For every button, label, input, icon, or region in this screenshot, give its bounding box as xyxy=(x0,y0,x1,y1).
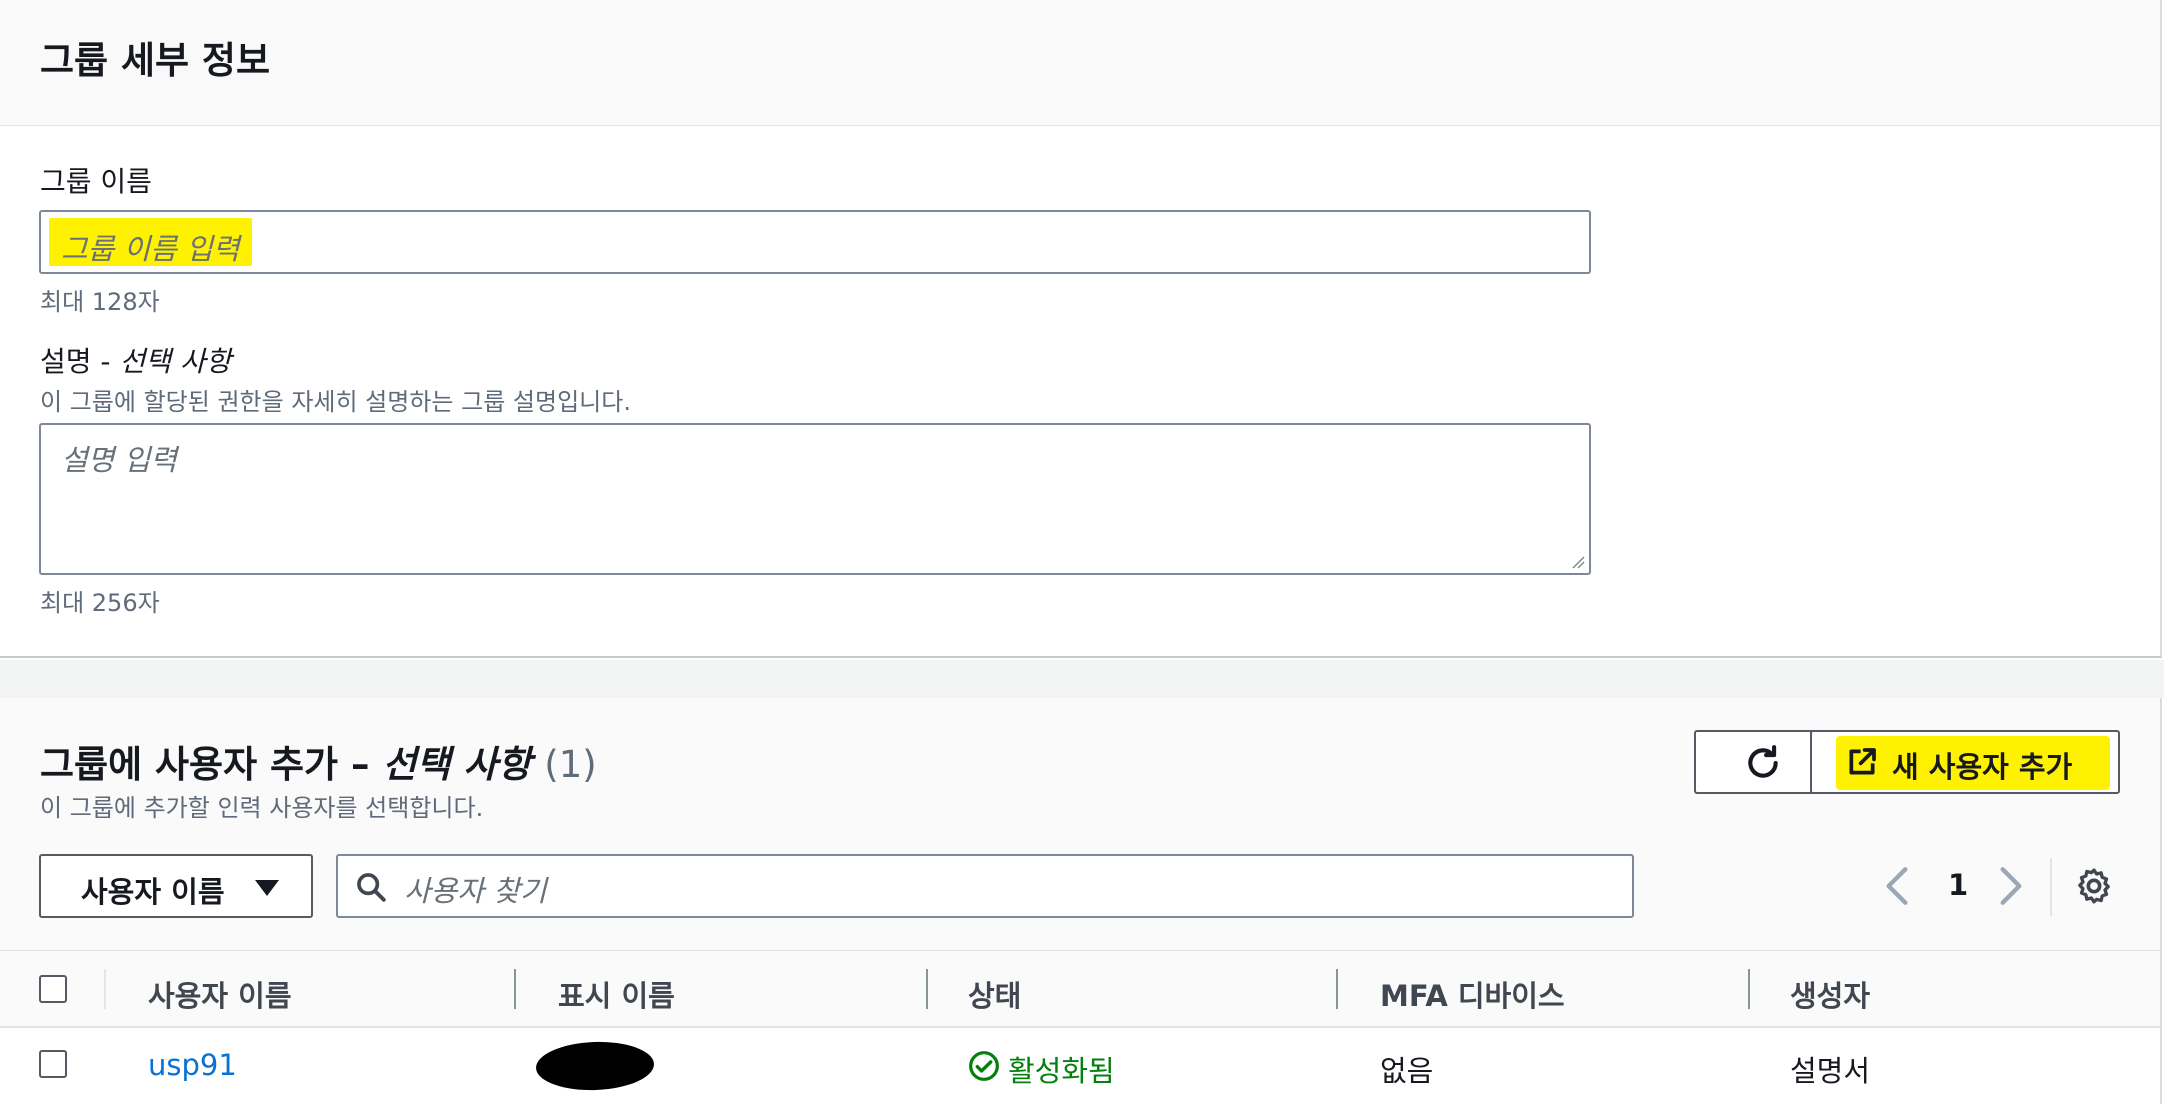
gear-icon[interactable] xyxy=(2074,866,2114,906)
column-resizer[interactable] xyxy=(926,969,928,1009)
column-header-display-name[interactable]: 표시 이름 xyxy=(558,973,675,1015)
search-placeholder: 사용자 찾기 xyxy=(404,874,547,908)
add-users-card: 그룹에 사용자 추가 – 선택 사항 (1) 이 그룹에 추가할 인력 사용자를… xyxy=(0,698,2162,1104)
status-text: 활성화됨 xyxy=(1008,1054,1115,1088)
section-gap xyxy=(0,660,2164,698)
section-title: 그룹 세부 정보 xyxy=(40,39,271,82)
search-icon xyxy=(357,873,386,902)
description-placeholder: 설명 입력 xyxy=(61,443,177,477)
add-new-user-label: 새 사용자 추가 xyxy=(1892,750,2073,784)
group-details-header: 그룹 세부 정보 xyxy=(0,0,2160,126)
add-new-user-button[interactable]: 새 사용자 추가 xyxy=(1810,730,2120,794)
resize-handle-icon[interactable] xyxy=(1571,555,1585,569)
column-resizer[interactable] xyxy=(514,969,516,1009)
column-resizer[interactable] xyxy=(1336,969,1338,1009)
table-row: usp91 활성화됨 없음 설명서 xyxy=(0,1028,2160,1104)
column-header-username[interactable]: 사용자 이름 xyxy=(148,973,292,1015)
column-resizer[interactable] xyxy=(1748,969,1750,1009)
user-search-input[interactable]: 사용자 찾기 xyxy=(336,854,1634,918)
row-checkbox[interactable] xyxy=(39,1050,67,1078)
column-header-status[interactable]: 상태 xyxy=(968,973,1021,1015)
users-title-text: 그룹에 사용자 추가 – xyxy=(40,743,383,786)
chevron-right-icon[interactable] xyxy=(1998,866,2024,906)
description-label: 설명 - 선택 사항 xyxy=(40,340,231,380)
external-link-icon xyxy=(1849,748,1876,775)
column-header-mfa[interactable]: MFA 디바이스 xyxy=(1380,973,1565,1015)
section-title: 그룹에 사용자 추가 – 선택 사항 (1) xyxy=(40,734,597,788)
chevron-left-icon[interactable] xyxy=(1884,866,1910,906)
group-name-constraint: 최대 128자 xyxy=(40,288,160,316)
column-header-created-by[interactable]: 생성자 xyxy=(1790,973,1870,1015)
redacted-display-name xyxy=(535,1039,655,1093)
optional-tag: 선택 사항 xyxy=(382,743,532,786)
description-help-text: 이 그룹에 할당된 권한을 자세히 설명하는 그룹 설명입니다. xyxy=(40,388,631,416)
group-details-card: 그룹 세부 정보 그룹 이름 그룹 이름 입력 최대 128자 설명 - 선택 … xyxy=(0,0,2162,658)
group-name-placeholder: 그룹 이름 입력 xyxy=(49,218,252,266)
section-description: 이 그룹에 추가할 인력 사용자를 선택합니다. xyxy=(40,794,484,822)
caret-down-icon xyxy=(255,880,279,896)
filter-dropdown-label: 사용자 이름 xyxy=(81,875,225,909)
username-link[interactable]: usp91 xyxy=(148,1048,237,1082)
description-constraint: 최대 256자 xyxy=(40,589,160,617)
group-name-input[interactable]: 그룹 이름 입력 xyxy=(39,210,1591,274)
current-page-number[interactable]: 1 xyxy=(1948,868,1968,902)
table-header: 사용자 이름 표시 이름 상태 MFA 디바이스 생성자 xyxy=(0,950,2160,1028)
optional-tag: 선택 사항 xyxy=(119,345,232,378)
user-count: (1) xyxy=(544,743,597,786)
description-textarea[interactable]: 설명 입력 xyxy=(39,423,1591,575)
description-label-text: 설명 - xyxy=(40,345,120,378)
mfa-value: 없음 xyxy=(1380,1054,1434,1088)
column-divider xyxy=(104,969,106,1009)
group-name-label: 그룹 이름 xyxy=(40,165,152,198)
select-all-checkbox[interactable] xyxy=(39,975,67,1003)
filter-property-dropdown[interactable]: 사용자 이름 xyxy=(39,854,313,918)
divider xyxy=(2050,858,2052,916)
status-check-icon xyxy=(969,1051,999,1081)
refresh-icon xyxy=(1748,745,1778,778)
created-by-value: 설명서 xyxy=(1790,1054,1871,1088)
